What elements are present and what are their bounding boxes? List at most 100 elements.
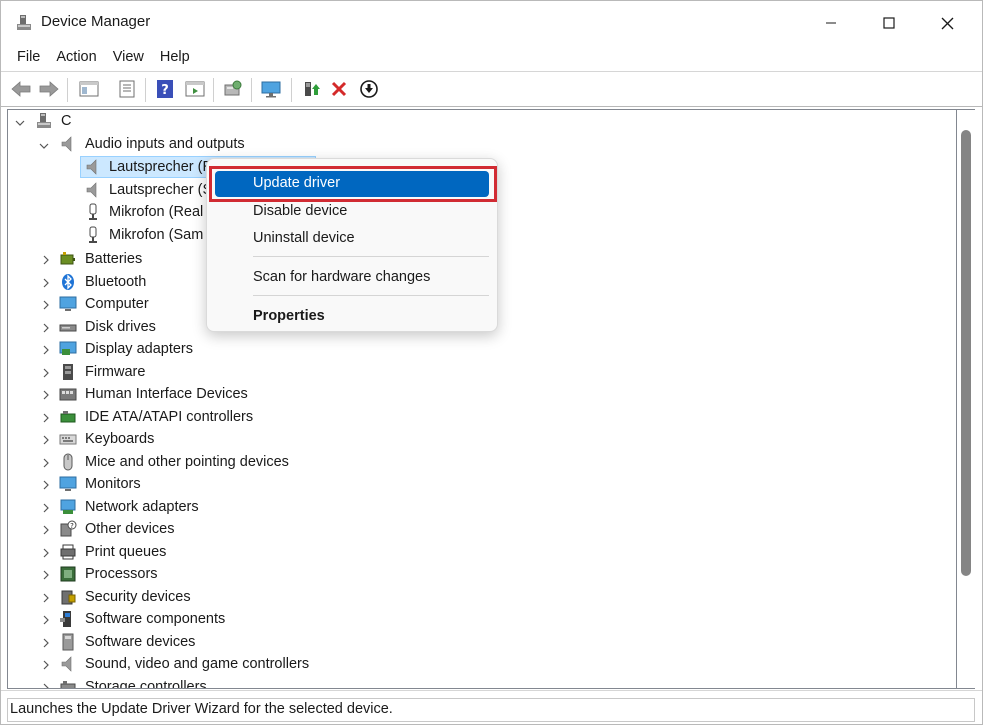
window-title: Device Manager	[41, 13, 151, 30]
tree-root-label[interactable]: C	[61, 113, 71, 129]
chevron-right-icon[interactable]	[41, 638, 51, 648]
display-toolbar-button[interactable]	[259, 78, 283, 100]
category-firmware[interactable]: Firmware	[85, 364, 145, 380]
down-arrow-circle-icon	[360, 80, 378, 98]
category-storage-controllers[interactable]: Storage controllers	[85, 679, 207, 689]
category-sound-video-and-game-controllers[interactable]: Sound, video and game controllers	[85, 656, 309, 672]
console-tree-icon	[79, 81, 99, 97]
chevron-right-icon[interactable]	[41, 548, 51, 558]
scan-hardware-button[interactable]	[221, 78, 245, 100]
menu-disable-device[interactable]: Disable device	[215, 199, 489, 225]
category-audio-inputs-outputs[interactable]: Audio inputs and outputs	[85, 136, 245, 152]
chevron-right-icon[interactable]	[41, 323, 51, 333]
device-mikrofon-realtek[interactable]: Mikrofon (Real	[109, 204, 203, 220]
security-device-icon	[61, 590, 76, 604]
chevron-down-icon[interactable]	[15, 118, 25, 128]
chevron-right-icon[interactable]	[41, 593, 51, 603]
chevron-right-icon[interactable]	[41, 278, 51, 288]
menu-view[interactable]: View	[105, 45, 152, 71]
action-pane-icon	[185, 81, 205, 97]
minimize-button[interactable]	[802, 1, 860, 45]
toolbar-separator	[145, 78, 146, 102]
category-network-adapters[interactable]: Network adapters	[85, 499, 199, 515]
chevron-right-icon[interactable]	[41, 525, 51, 535]
menu-uninstall-device[interactable]: Uninstall device	[215, 226, 489, 252]
update-driver-toolbar-button[interactable]	[299, 78, 323, 100]
monitor-icon	[59, 476, 77, 491]
menu-bar: File Action View Help	[1, 45, 982, 71]
chevron-right-icon[interactable]	[41, 503, 51, 513]
forward-button[interactable]	[37, 78, 61, 100]
maximize-button[interactable]	[860, 1, 918, 45]
chevron-right-icon[interactable]	[41, 458, 51, 468]
chevron-right-icon[interactable]	[41, 345, 51, 355]
category-monitors[interactable]: Monitors	[85, 476, 141, 492]
chevron-right-icon[interactable]	[41, 255, 51, 265]
device-mikrofon-sam[interactable]: Mikrofon (Sam	[109, 227, 203, 243]
chevron-down-icon[interactable]	[39, 141, 49, 151]
chevron-right-icon[interactable]	[41, 368, 51, 378]
category-batteries[interactable]: Batteries	[85, 251, 142, 267]
category-display-adapters[interactable]: Display adapters	[85, 341, 193, 357]
scrollbar-thumb[interactable]	[961, 130, 971, 576]
title-bar[interactable]: Device Manager	[1, 1, 982, 45]
chevron-right-icon[interactable]	[41, 390, 51, 400]
menu-uninstall-device-label: Uninstall device	[253, 230, 355, 246]
chevron-right-icon[interactable]	[41, 660, 51, 670]
network-adapter-icon	[60, 499, 76, 514]
disable-device-toolbar-button[interactable]	[357, 78, 381, 100]
firmware-icon	[63, 363, 73, 380]
category-mice-and-other-pointing-devices[interactable]: Mice and other pointing devices	[85, 454, 289, 470]
chevron-right-icon[interactable]	[41, 570, 51, 580]
menu-properties[interactable]: Properties	[215, 304, 489, 330]
annotation-highlight-box	[209, 166, 497, 202]
category-security-devices[interactable]: Security devices	[85, 589, 191, 605]
category-disk-drives[interactable]: Disk drives	[85, 319, 156, 335]
chevron-right-icon[interactable]	[41, 300, 51, 310]
forward-arrow-icon	[39, 81, 59, 97]
chevron-right-icon[interactable]	[41, 683, 51, 690]
menu-action[interactable]: Action	[48, 45, 104, 71]
chevron-right-icon[interactable]	[41, 435, 51, 445]
action-pane-button[interactable]	[183, 78, 207, 100]
menu-help[interactable]: Help	[152, 45, 198, 71]
category-processors[interactable]: Processors	[85, 566, 158, 582]
status-text: Launches the Update Driver Wizard for th…	[7, 698, 975, 722]
minimize-icon	[826, 22, 836, 24]
menu-properties-label: Properties	[253, 308, 325, 324]
back-button[interactable]	[9, 78, 33, 100]
category-keyboards[interactable]: Keyboards	[85, 431, 154, 447]
scan-hardware-icon	[224, 80, 242, 96]
category-human-interface-devices[interactable]: Human Interface Devices	[85, 386, 248, 402]
category-software-components[interactable]: Software components	[85, 611, 225, 627]
category-computer[interactable]: Computer	[85, 296, 149, 312]
close-button[interactable]	[918, 1, 976, 45]
show-hide-tree-button[interactable]	[77, 78, 101, 100]
maximize-icon	[883, 17, 895, 29]
chevron-right-icon[interactable]	[41, 480, 51, 490]
category-bluetooth[interactable]: Bluetooth	[85, 274, 146, 290]
speaker-icon	[61, 656, 72, 672]
chevron-right-icon[interactable]	[41, 413, 51, 423]
category-print-queues[interactable]: Print queues	[85, 544, 166, 560]
chevron-right-icon[interactable]	[41, 615, 51, 625]
speaker-icon	[86, 182, 97, 198]
speaker-icon	[61, 136, 72, 152]
other-devices-icon: ?	[60, 520, 77, 537]
device-manager-window: Device Manager File Action View Help ? C…	[0, 0, 983, 725]
menu-scan-hardware[interactable]: Scan for hardware changes	[215, 265, 489, 291]
human-interface-icon	[59, 388, 77, 401]
uninstall-toolbar-button[interactable]	[327, 78, 351, 100]
help-icon: ?	[157, 80, 173, 98]
device-lautsprecher-s[interactable]: Lautsprecher (S	[109, 182, 212, 198]
category-software-devices[interactable]: Software devices	[85, 634, 195, 650]
category-ide-ata-atapi-controllers[interactable]: IDE ATA/ATAPI controllers	[85, 409, 253, 425]
back-arrow-icon	[11, 81, 31, 97]
mouse-icon	[63, 453, 73, 470]
properties-toolbar-button[interactable]	[115, 78, 139, 100]
help-toolbar-button[interactable]: ?	[153, 78, 177, 100]
category-other-devices[interactable]: Other devices	[85, 521, 174, 537]
menu-file[interactable]: File	[9, 45, 48, 71]
software-component-icon	[60, 611, 71, 627]
vertical-scrollbar[interactable]	[957, 109, 975, 689]
